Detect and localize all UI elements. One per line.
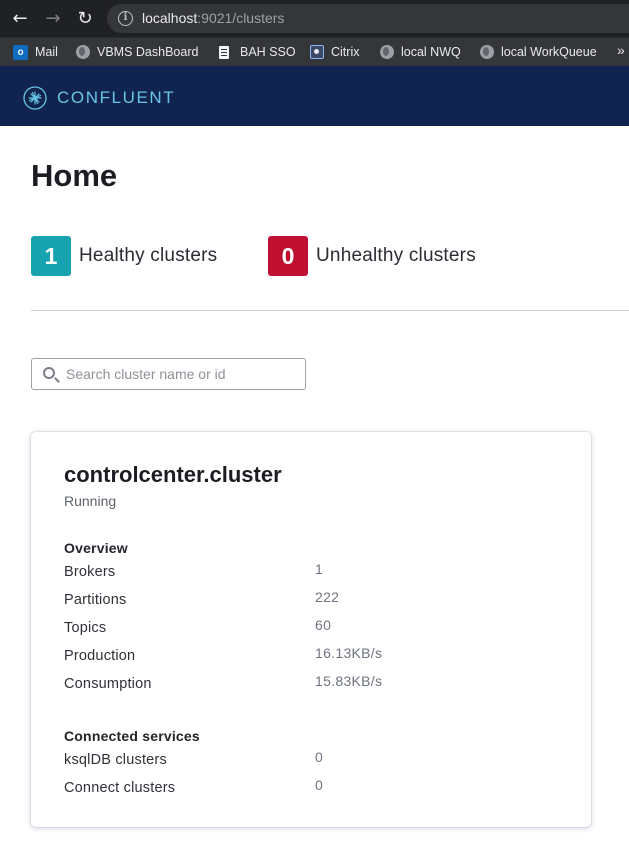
url-text[interactable]: localhost:9021/clusters [142,10,284,26]
connect-clusters-value: 0 [315,777,324,793]
consumption-value: 15.83KB/s [315,673,383,689]
cluster-status: Running [64,493,117,509]
forward-arrow-icon[interactable]: → [40,6,66,32]
bookmark-label: VBMS DashBoard [97,45,199,59]
cluster-card[interactable]: controlcenter.cluster Running Overview B… [31,432,591,827]
topics-label: Topics [64,620,107,636]
brand-name[interactable]: CONFLUENT [57,88,175,108]
ksqldb-clusters-value: 0 [315,749,324,765]
cluster-search [31,358,306,390]
bookmark-local-workqueue[interactable]: local WorkQueue [480,43,597,61]
bookmarks-bar: o Mail VBMS DashBoard BAH SSO Citrix loc… [0,37,629,66]
search-icon [43,367,55,379]
production-value: 16.13KB/s [315,645,383,661]
unhealthy-count-badge: 0 [268,236,308,276]
connected-services-title: Connected services [64,728,200,744]
bookmark-label: Citrix [331,45,360,59]
document-icon [219,45,229,59]
healthy-count-badge: 1 [31,236,71,276]
cluster-name[interactable]: controlcenter.cluster [64,462,282,488]
consumption-label: Consumption [64,676,152,692]
partitions-label: Partitions [64,592,127,608]
healthy-clusters-stat[interactable]: 1 Healthy clusters [31,236,217,276]
address-bar[interactable]: i localhost:9021/clusters [107,4,629,33]
partitions-value: 222 [315,589,340,605]
cluster-search-input[interactable] [66,359,302,389]
url-host: localhost [142,10,198,26]
bookmark-citrix[interactable]: Citrix [310,43,359,61]
production-label: Production [64,648,136,664]
bookmark-vbms-dashboard[interactable]: VBMS DashBoard [76,43,198,61]
topics-value: 60 [315,617,332,633]
bookmark-label: BAH SSO [240,45,296,59]
back-arrow-icon[interactable]: ← [7,6,33,32]
bookmark-label: Mail [35,45,58,59]
bookmark-label: local NWQ [401,45,461,59]
bookmark-label: local WorkQueue [501,45,597,59]
ksqldb-clusters-label: ksqlDB clusters [64,752,167,768]
brokers-label: Brokers [64,564,116,580]
globe-icon [76,45,90,59]
more-bookmarks-icon[interactable]: » [617,42,625,58]
bookmark-bah-sso[interactable]: BAH SSO [219,43,296,61]
outlook-icon: o [13,44,28,60]
unhealthy-clusters-label: Unhealthy clusters [316,245,476,266]
confluent-logo-icon[interactable] [23,86,47,110]
url-path: :9021/clusters [197,10,285,26]
bookmark-mail[interactable]: o Mail [13,43,58,61]
globe-icon [480,45,494,59]
brokers-value: 1 [315,561,324,577]
connect-clusters-label: Connect clusters [64,780,176,796]
citrix-icon [310,45,324,59]
info-icon[interactable]: i [118,11,133,26]
healthy-clusters-label: Healthy clusters [79,245,218,266]
browser-toolbar: ← → ↻ i localhost:9021/clusters [0,0,629,37]
bookmark-local-nwq[interactable]: local NWQ [380,43,461,61]
page-title: Home [31,158,118,193]
app-header: CONFLUENT [0,66,629,126]
reload-icon[interactable]: ↻ [72,6,98,32]
divider [31,310,629,311]
overview-title: Overview [64,540,128,556]
globe-icon [380,45,394,59]
unhealthy-clusters-stat[interactable]: 0 Unhealthy clusters [268,236,476,276]
